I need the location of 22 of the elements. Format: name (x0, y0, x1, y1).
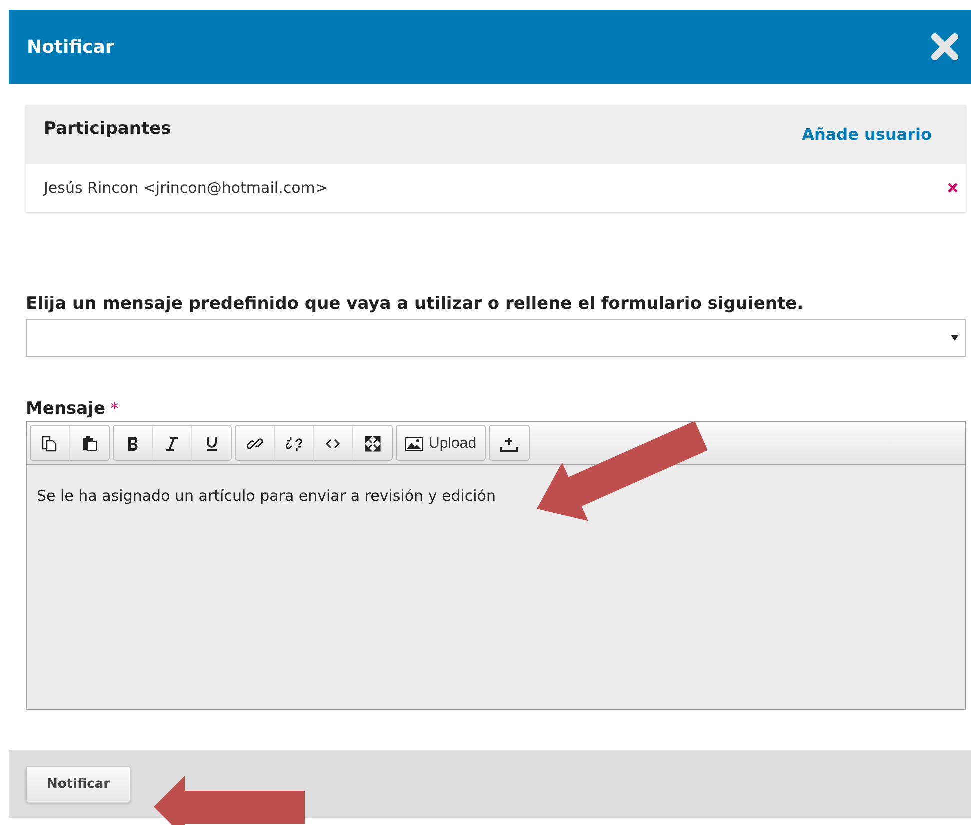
add-user-link[interactable]: Añade usuario (802, 125, 932, 164)
message-label: Mensaje (26, 399, 106, 419)
close-button[interactable] (931, 33, 959, 61)
link-icon (247, 436, 263, 452)
message-text[interactable]: Se le ha asignado un artículo para enviar a revisión y edición (27, 465, 965, 709)
template-select-label: Elija un mensaje predefinido que vaya a utilizar o rellene el formulario siguiente. (26, 294, 805, 314)
italic-icon (164, 436, 180, 452)
required-mark: * (110, 399, 119, 418)
close-icon (931, 33, 959, 61)
upload-button[interactable]: Upload (397, 426, 485, 461)
participant-name: Jesús Rincon <jrincon@hotmail.com> (44, 179, 328, 197)
copy-icon (42, 436, 58, 452)
participants-title: Participantes (44, 119, 172, 141)
notify-button[interactable]: Notificar (26, 766, 132, 802)
close-icon (948, 183, 958, 193)
paste-icon (82, 436, 98, 452)
remove-button[interactable] (948, 183, 958, 193)
dialog-title: Notificar (27, 36, 114, 58)
dropdown-caret-icon (951, 335, 959, 341)
plus-icon (500, 436, 518, 452)
bold-icon (125, 436, 141, 452)
image-icon (405, 436, 423, 450)
